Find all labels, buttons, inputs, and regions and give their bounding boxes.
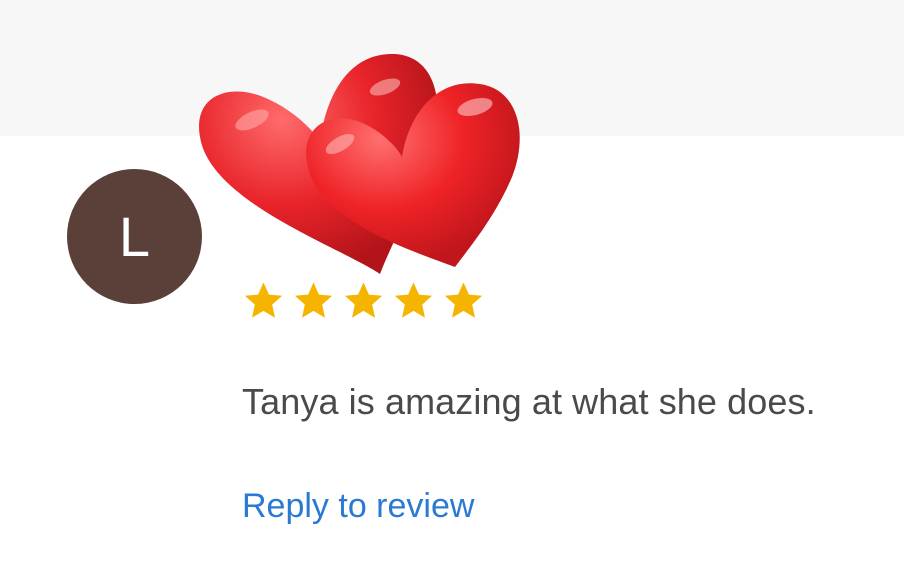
star-icon (344, 282, 383, 318)
star-icon (394, 282, 433, 318)
star-icon (444, 282, 483, 318)
review-text: Tanya is amazing at what she does. (242, 381, 816, 422)
reply-to-review-link[interactable]: Reply to review (242, 487, 474, 526)
avatar-initial: L (118, 204, 151, 268)
reviewer-avatar: L (67, 169, 202, 304)
star-icon (244, 282, 283, 318)
star-rating (242, 281, 485, 321)
star-icon (294, 282, 333, 318)
two-hearts-icon (199, 53, 520, 274)
